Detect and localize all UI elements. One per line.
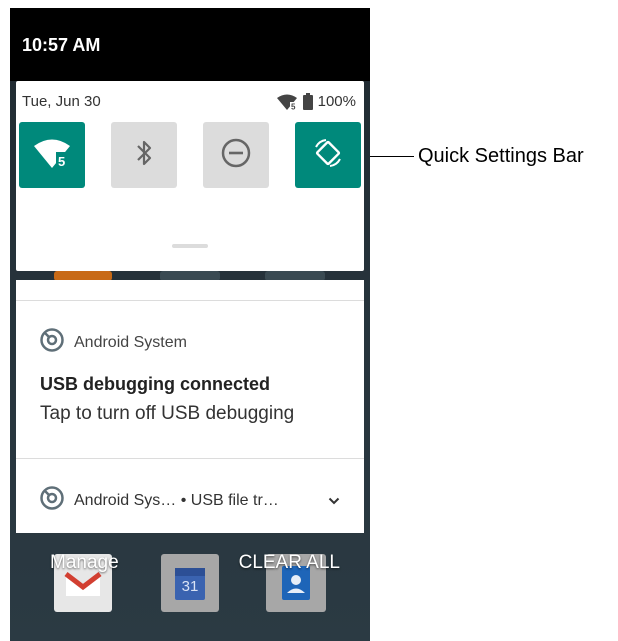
drag-handle[interactable] bbox=[172, 244, 208, 248]
notification-title[interactable]: USB debugging connected bbox=[40, 374, 270, 395]
svg-text:5: 5 bbox=[291, 102, 296, 110]
callout-line bbox=[370, 156, 414, 157]
divider bbox=[16, 300, 364, 301]
clock: 10:57 AM bbox=[22, 35, 101, 55]
phone-screen: 10:57 AM 31 Tue, Jun 30 5 100% 5 Android… bbox=[10, 8, 370, 641]
notification-actions: Manage CLEAR ALL bbox=[10, 552, 370, 582]
notification-list: Android System USB debugging connected T… bbox=[16, 280, 364, 533]
clear-all-button[interactable]: CLEAR ALL bbox=[239, 552, 340, 574]
wifi-icon: 5 bbox=[32, 138, 72, 173]
notification-app-name: Android System bbox=[74, 333, 187, 351]
chevron-down-icon[interactable] bbox=[328, 492, 340, 510]
manage-button[interactable]: Manage bbox=[50, 552, 119, 574]
bluetooth-tile[interactable] bbox=[111, 122, 177, 188]
do-not-disturb-icon bbox=[220, 137, 252, 174]
qs-status-icons: 5 100% bbox=[276, 93, 356, 110]
auto-rotate-tile[interactable] bbox=[295, 122, 361, 188]
android-system-icon bbox=[40, 328, 64, 357]
wifi-status-icon: 5 bbox=[276, 94, 298, 110]
callout-label: Quick Settings Bar bbox=[418, 145, 584, 167]
status-bar: 10:57 AM bbox=[10, 8, 370, 81]
wifi-tile[interactable]: 5 bbox=[19, 122, 85, 188]
qs-date: Tue, Jun 30 bbox=[22, 93, 101, 110]
quick-settings-panel: Tue, Jun 30 5 100% 5 bbox=[16, 81, 364, 271]
quick-settings-tiles: 5 bbox=[19, 122, 361, 188]
battery-icon bbox=[302, 93, 313, 110]
divider bbox=[16, 458, 364, 459]
collapsed-notification-summary: Android Sys… • USB file tr… bbox=[74, 491, 279, 509]
bluetooth-icon bbox=[134, 138, 154, 173]
battery-percent: 100% bbox=[317, 93, 356, 110]
notification-header[interactable]: Android System bbox=[40, 328, 187, 357]
do-not-disturb-tile[interactable] bbox=[203, 122, 269, 188]
svg-text:5: 5 bbox=[58, 154, 65, 168]
android-system-icon bbox=[40, 486, 64, 515]
auto-rotate-icon bbox=[312, 137, 344, 174]
collapsed-notification[interactable]: Android Sys… • USB file tr… bbox=[40, 486, 340, 515]
notification-text[interactable]: Tap to turn off USB debugging bbox=[40, 403, 294, 425]
